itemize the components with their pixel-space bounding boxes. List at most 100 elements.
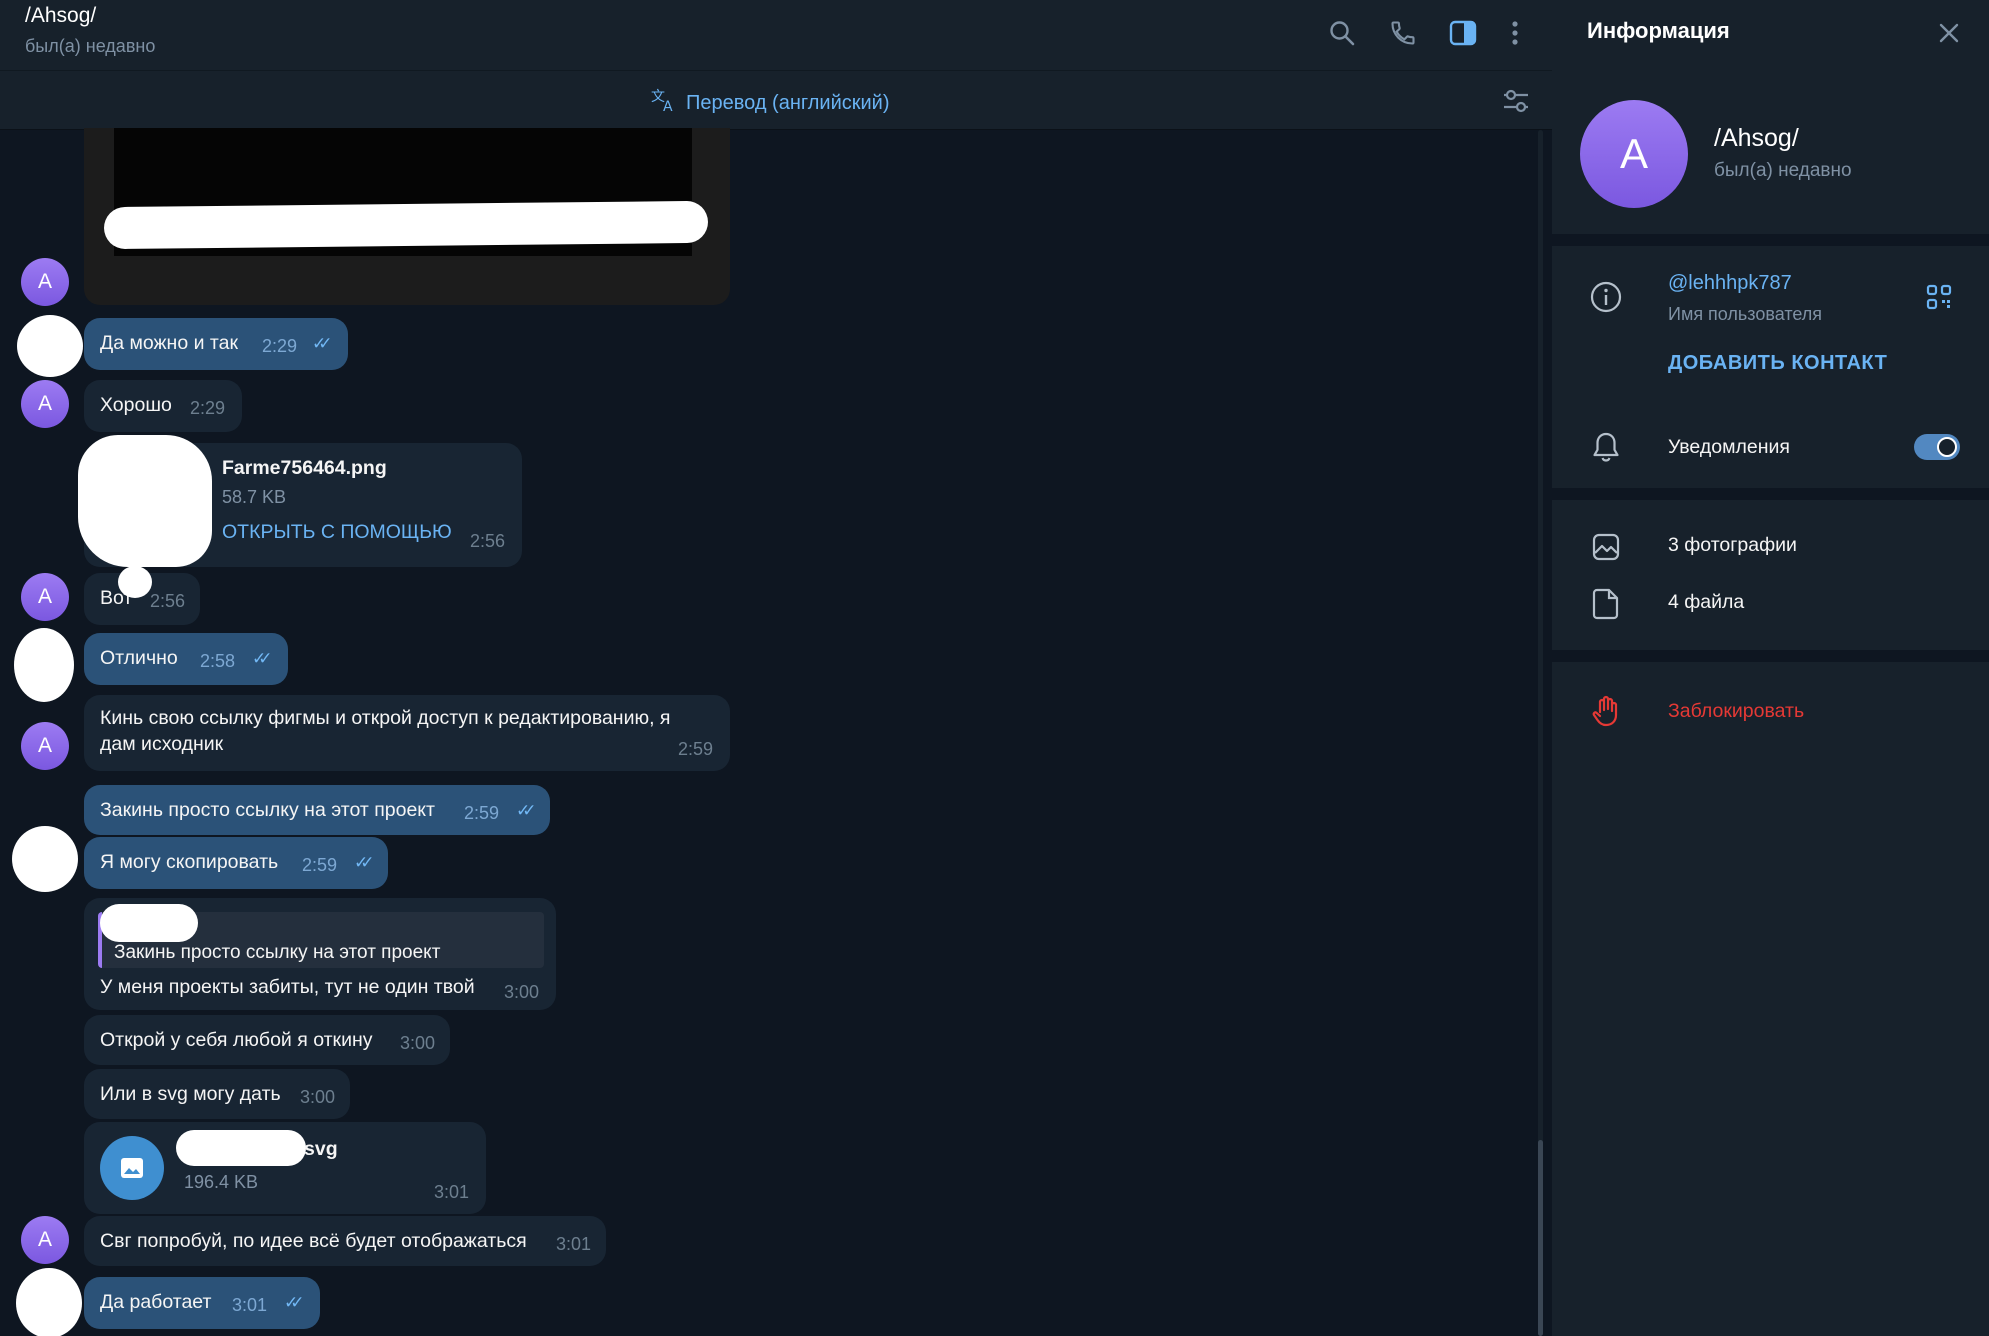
message-incoming[interactable]: Хорошо 2:29	[84, 380, 242, 432]
block-user-button[interactable]: Заблокировать	[1668, 700, 1804, 723]
redaction-mark	[100, 904, 198, 942]
message-time: 3:01	[556, 1234, 592, 1254]
message-text: Или в svg могу дать	[100, 1083, 281, 1105]
message-text: Да работает	[100, 1291, 212, 1313]
translate-button[interactable]: 文A Перевод (английский)	[650, 87, 890, 119]
divider	[1552, 650, 1989, 662]
profile-avatar[interactable]: A	[1580, 100, 1688, 208]
bell-icon	[1589, 430, 1623, 464]
file-name: Farme756464.png	[222, 457, 387, 479]
redaction-mark	[17, 315, 83, 377]
message-time: 2:56	[470, 531, 506, 551]
message-list[interactable]: A Да можно и так 2:29 ✓✓ A Хорошо 2:29 F…	[0, 128, 1538, 1336]
message-time: 3:01	[434, 1182, 470, 1202]
divider	[1552, 234, 1989, 246]
message-text: У меня проекты забиты, тут не один твой	[100, 976, 475, 998]
chat-status: был(а) недавно	[25, 36, 156, 56]
message-time: 2:56	[150, 591, 186, 611]
read-checks-icon: ✓✓	[312, 334, 332, 353]
notifications-toggle[interactable]	[1914, 434, 1960, 460]
panel-title: Информация	[1587, 18, 1730, 43]
message-incoming[interactable]: Или в svg могу дать 3:00	[84, 1069, 350, 1119]
username-link[interactable]: @lehhhpk787	[1668, 272, 1792, 295]
toggle-knob	[1937, 437, 1957, 457]
message-outgoing[interactable]: Отлично 2:58 ✓✓	[84, 633, 288, 685]
message-outgoing[interactable]: Да работает 3:01 ✓✓	[84, 1277, 320, 1329]
message-text: Да можно и так	[100, 332, 238, 354]
translate-bar: 文A Перевод (английский)	[0, 70, 1552, 130]
avatar[interactable]: A	[21, 722, 69, 770]
photos-link[interactable]: 3 фотографии	[1668, 534, 1797, 557]
profile-status: был(а) недавно	[1714, 160, 1852, 181]
message-outgoing[interactable]: Я могу скопировать 2:59 ✓✓	[84, 837, 388, 889]
message-time: 3:00	[504, 982, 540, 1002]
avatar[interactable]: A	[21, 573, 69, 621]
close-icon[interactable]	[1932, 16, 1966, 50]
message-incoming[interactable]: Свг попробуй, по идее всё будет отобража…	[84, 1216, 606, 1266]
chat-area: /Ahsog/ был(а) недавно 文A Перевод (англи…	[0, 0, 1552, 1336]
redaction-mark	[12, 826, 78, 892]
message-text: Открой у себя любой я откину	[100, 1029, 373, 1051]
message-time: 2:29	[262, 336, 298, 356]
message-time: 2:59	[464, 803, 500, 823]
chat-header[interactable]: /Ahsog/ был(а) недавно	[0, 0, 1552, 70]
open-with-link[interactable]: ОТКРЫТЬ С ПОМОЩЬЮ	[222, 521, 452, 544]
redaction-mark	[78, 435, 212, 567]
message-text: Свг попробуй, по идее всё будет отобража…	[100, 1230, 527, 1252]
redaction-mark	[14, 628, 74, 702]
svg-text:A: A	[663, 99, 673, 113]
avatar[interactable]: A	[21, 258, 69, 306]
message-time: 2:58	[200, 651, 236, 671]
message-time: 3:00	[300, 1087, 336, 1107]
username-label: Имя пользователя	[1668, 304, 1823, 324]
avatar[interactable]: A	[21, 380, 69, 428]
redaction-mark	[16, 1268, 82, 1336]
add-contact-button[interactable]: ДОБАВИТЬ КОНТАКТ	[1668, 352, 1887, 375]
message-time: 2:59	[678, 739, 714, 759]
message-text: Закинь просто ссылку на этот проект	[100, 799, 435, 821]
search-icon[interactable]	[1325, 16, 1359, 50]
sidebar-toggle-icon[interactable]	[1446, 16, 1480, 50]
avatar[interactable]: A	[21, 1216, 69, 1264]
message-time: 2:29	[190, 398, 226, 418]
scrollbar-thumb[interactable]	[1538, 1140, 1543, 1336]
message-time: 2:59	[302, 855, 338, 875]
profile-name: /Ahsog/	[1714, 124, 1799, 152]
settings-sliders-icon[interactable]	[1500, 86, 1532, 116]
read-checks-icon: ✓✓	[252, 649, 272, 668]
block-hand-icon	[1589, 694, 1623, 728]
phone-icon[interactable]	[1386, 16, 1420, 50]
read-checks-icon: ✓✓	[516, 801, 536, 820]
message-outgoing[interactable]: Да можно и так 2:29 ✓✓	[84, 318, 348, 370]
image-message[interactable]	[84, 128, 730, 305]
read-checks-icon: ✓✓	[354, 853, 374, 872]
message-incoming[interactable]: Открой у себя любой я откину 3:00	[84, 1015, 450, 1065]
translate-icon: 文A	[650, 87, 678, 119]
file-size: 58.7 KB	[222, 487, 287, 507]
message-time: 3:00	[400, 1033, 436, 1053]
more-vert-icon[interactable]	[1498, 16, 1532, 50]
message-text: дам исходник	[100, 733, 224, 755]
info-panel: Информация A /Ahsog/ был(а) недавно @leh…	[1552, 0, 1989, 1336]
file-name: svg	[304, 1138, 338, 1160]
message-text: Отлично	[100, 647, 178, 669]
file-message[interactable]: Farme756464.png 58.7 KB ОТКРЫТЬ С ПОМОЩЬ…	[78, 435, 522, 567]
message-text: Кинь свою ссылку фигмы и открой доступ к…	[100, 707, 671, 729]
file-message[interactable]: svg 196.4 KB 3:01	[84, 1122, 486, 1214]
message-text: Хорошо	[100, 394, 172, 416]
redaction-mark	[103, 200, 709, 250]
file-icon	[1589, 587, 1623, 621]
message-outgoing[interactable]: Закинь просто ссылку на этот проект 2:59…	[84, 785, 550, 835]
translate-label: Перевод (английский)	[686, 91, 890, 114]
info-icon	[1589, 280, 1623, 314]
message-incoming[interactable]: Кинь свою ссылку фигмы и открой доступ к…	[84, 695, 730, 771]
photo-icon	[1589, 530, 1623, 564]
qr-code-icon[interactable]	[1924, 282, 1954, 312]
files-link[interactable]: 4 файла	[1668, 591, 1744, 614]
image-file-icon[interactable]	[100, 1136, 164, 1200]
read-checks-icon: ✓✓	[284, 1293, 304, 1312]
message-text: Я могу скопировать	[100, 851, 279, 873]
chat-title[interactable]: /Ahsog/	[25, 4, 96, 28]
message-incoming[interactable]: Закинь просто ссылку на этот проект У ме…	[84, 898, 556, 1010]
message-time: 3:01	[232, 1295, 268, 1315]
